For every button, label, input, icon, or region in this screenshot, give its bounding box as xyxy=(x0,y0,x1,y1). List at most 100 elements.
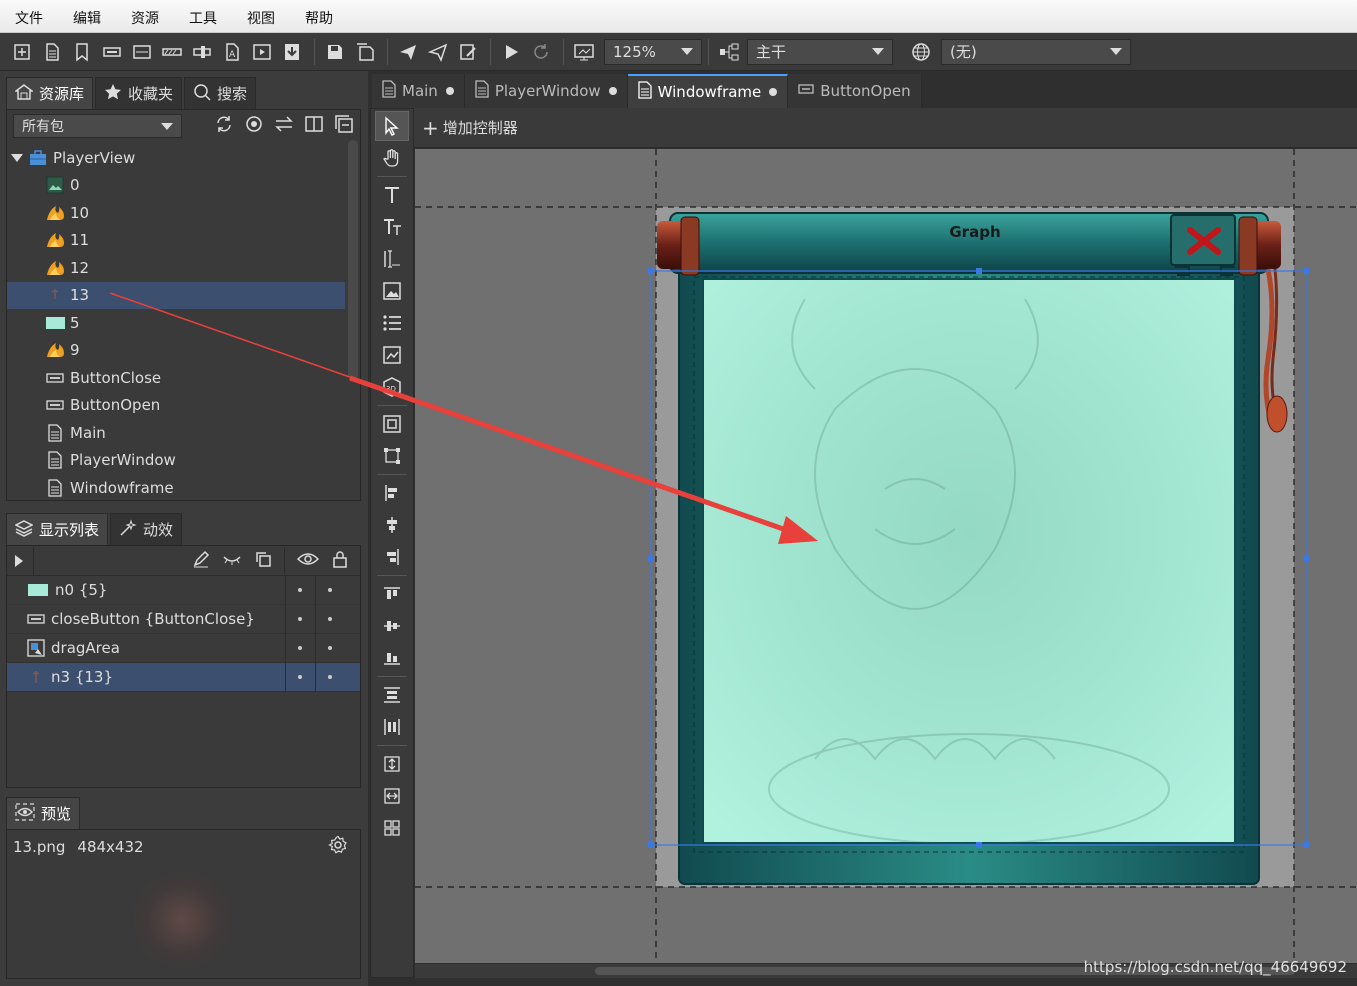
globe-icon[interactable] xyxy=(907,38,935,66)
doc-tab-buttonopen[interactable]: ButtonOpen xyxy=(788,74,922,108)
refresh-icon[interactable] xyxy=(527,38,555,66)
library-item[interactable]: ButtonClose xyxy=(7,364,345,392)
package-filter-select[interactable]: 所有包 xyxy=(13,114,182,138)
new-text-icon[interactable]: A xyxy=(218,38,246,66)
display-list-row[interactable]: closeButton {ButtonClose} xyxy=(7,605,360,634)
library-item[interactable]: 12 xyxy=(7,254,345,282)
design-stage[interactable]: Graph xyxy=(415,149,1357,963)
publish-edit-icon[interactable] xyxy=(454,38,482,66)
visibility-toggle[interactable] xyxy=(298,588,302,592)
tab-transitions[interactable]: 动效 xyxy=(110,513,183,545)
save-icon[interactable] xyxy=(321,38,349,66)
menu-edit[interactable]: 编辑 xyxy=(58,8,116,28)
lock-toggle[interactable] xyxy=(328,617,332,621)
hide-icon[interactable] xyxy=(222,551,242,571)
expand-triangle-icon[interactable] xyxy=(11,153,23,162)
align-middle-v-icon[interactable] xyxy=(375,611,409,641)
display-list-row[interactable]: n0 {5} xyxy=(7,576,360,605)
grid-icon[interactable] xyxy=(375,813,409,843)
library-item[interactable]: 13 xyxy=(7,281,345,309)
display-list-row[interactable]: dragArea xyxy=(7,634,360,663)
visibility-toggle[interactable] xyxy=(298,646,302,650)
import-icon[interactable] xyxy=(278,38,306,66)
lock-toggle[interactable] xyxy=(328,646,332,650)
tab-search[interactable]: 搜索 xyxy=(184,77,257,109)
branch-select[interactable]: 主干 xyxy=(747,38,893,65)
new-button-icon[interactable] xyxy=(98,38,126,66)
play-icon[interactable] xyxy=(15,554,23,567)
new-component-icon[interactable] xyxy=(38,38,66,66)
hand-icon[interactable] xyxy=(375,143,409,173)
visibility-toggle[interactable] xyxy=(298,617,302,621)
3d-tool-icon[interactable]: 3D xyxy=(375,372,409,402)
menu-tools[interactable]: 工具 xyxy=(174,8,232,28)
lock-icon[interactable] xyxy=(331,550,349,572)
locate-icon[interactable] xyxy=(244,114,264,138)
align-bottom-icon[interactable] xyxy=(375,643,409,673)
group-tool-icon[interactable] xyxy=(375,409,409,439)
menu-resources[interactable]: 资源 xyxy=(116,8,174,28)
doc-tab-main[interactable]: Main xyxy=(372,74,465,108)
visibility-toggle[interactable] xyxy=(298,675,302,679)
new-package-icon[interactable] xyxy=(8,38,36,66)
tab-favorites[interactable]: 收藏夹 xyxy=(95,77,183,109)
add-controller-button[interactable]: + 增加控制器 xyxy=(422,116,518,140)
align-left-icon[interactable] xyxy=(375,478,409,508)
library-item[interactable]: 11 xyxy=(7,227,345,255)
new-label-icon[interactable] xyxy=(68,38,96,66)
zoom-select[interactable]: 125% xyxy=(604,38,702,65)
lock-toggle[interactable] xyxy=(328,675,332,679)
rich-text-tool-icon[interactable] xyxy=(375,212,409,242)
publish-icon[interactable] xyxy=(394,38,422,66)
tab-display-list[interactable]: 显示列表 xyxy=(6,513,109,545)
align-right-icon[interactable] xyxy=(375,542,409,572)
transform-tool-icon[interactable] xyxy=(375,441,409,471)
library-item[interactable]: ButtonOpen xyxy=(7,392,345,420)
distribute-h-icon[interactable] xyxy=(375,712,409,742)
library-item[interactable]: PlayerWindow xyxy=(7,447,345,475)
tree-root-playerview[interactable]: PlayerView xyxy=(7,144,345,172)
display-list-row[interactable]: n3 {13} xyxy=(7,663,360,692)
list-tool-icon[interactable] xyxy=(375,308,409,338)
refresh-icon[interactable] xyxy=(214,114,234,138)
language-select[interactable]: (无) xyxy=(941,38,1131,65)
new-combobox-icon[interactable] xyxy=(128,38,156,66)
swap-icon[interactable] xyxy=(274,114,294,138)
align-center-h-icon[interactable] xyxy=(375,510,409,540)
library-item[interactable]: 5 xyxy=(7,309,345,337)
loader-tool-icon[interactable] xyxy=(375,276,409,306)
collapse-all-icon[interactable] xyxy=(334,114,354,138)
align-top-icon[interactable] xyxy=(375,579,409,609)
graph-tool-icon[interactable] xyxy=(375,340,409,370)
new-movieclip-icon[interactable] xyxy=(248,38,276,66)
text-tool-icon[interactable] xyxy=(375,180,409,210)
save-all-icon[interactable] xyxy=(351,38,379,66)
menu-view[interactable]: 视图 xyxy=(232,8,290,28)
select-arrow-icon[interactable] xyxy=(375,111,409,141)
tab-library[interactable]: 资源库 xyxy=(6,77,94,109)
doc-tab-playerwindow[interactable]: PlayerWindow xyxy=(464,74,628,108)
edit-icon[interactable] xyxy=(192,550,210,572)
eye-icon[interactable] xyxy=(296,551,320,571)
library-item[interactable]: Main xyxy=(7,419,345,447)
doc-tab-windowframe[interactable]: Windowframe xyxy=(627,74,789,108)
same-width-icon[interactable] xyxy=(375,781,409,811)
distribute-v-icon[interactable] xyxy=(375,680,409,710)
library-item[interactable]: 10 xyxy=(7,199,345,227)
input-text-tool-icon[interactable] xyxy=(375,244,409,274)
menu-file[interactable]: 文件 xyxy=(0,8,58,28)
library-scrollbar[interactable] xyxy=(348,140,358,380)
library-item[interactable]: 0 xyxy=(7,172,345,200)
lock-toggle[interactable] xyxy=(328,588,332,592)
new-slider-icon[interactable] xyxy=(188,38,216,66)
library-item[interactable]: Windowframe xyxy=(7,474,345,502)
duplicate-icon[interactable] xyxy=(254,550,272,572)
library-item[interactable]: 9 xyxy=(7,337,345,365)
menu-help[interactable]: 帮助 xyxy=(290,8,348,28)
publish-settings-icon[interactable] xyxy=(424,38,452,66)
resolution-icon[interactable] xyxy=(570,38,598,66)
settings-gear-icon[interactable] xyxy=(328,835,348,859)
play-icon[interactable] xyxy=(497,38,525,66)
tab-preview[interactable]: 预览 xyxy=(6,797,81,829)
same-height-icon[interactable] xyxy=(375,749,409,779)
